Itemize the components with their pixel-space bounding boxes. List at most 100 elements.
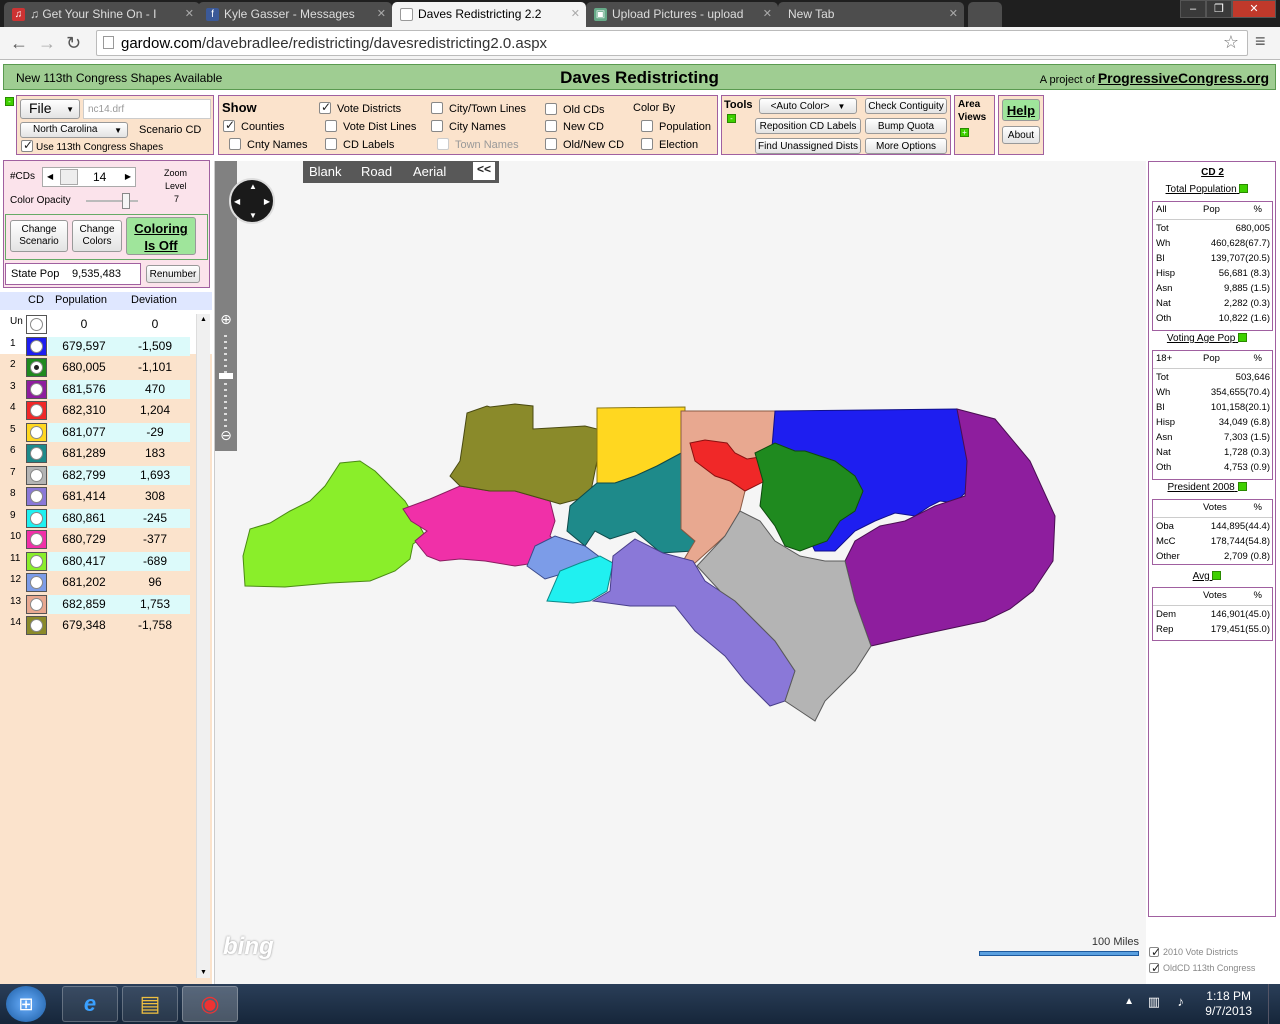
- cd-row[interactable]: 14 679,348 -1,758: [0, 616, 212, 637]
- cd-row[interactable]: 4 682,310 1,204: [0, 401, 212, 422]
- cd-row[interactable]: 7 682,799 1,693: [0, 465, 212, 487]
- cd-row[interactable]: 8 681,414 308: [0, 487, 212, 508]
- cd-row[interactable]: 1 679,597 -1,509: [0, 336, 212, 358]
- election-option[interactable]: Election: [641, 138, 698, 151]
- cd-color-swatch[interactable]: [26, 551, 47, 571]
- cd-row[interactable]: 5 681,077 -29: [0, 422, 212, 444]
- chevron-right-icon[interactable]: ▶: [125, 172, 131, 181]
- minimize-button[interactable]: –: [1180, 0, 1206, 18]
- cd-color-swatch[interactable]: [26, 336, 47, 356]
- checkbox[interactable]: [325, 120, 337, 132]
- town-names-option[interactable]: Town Names: [437, 138, 519, 151]
- chevron-left-icon[interactable]: ◀: [47, 172, 53, 181]
- maximize-button[interactable]: ❐: [1206, 0, 1232, 18]
- map-canvas[interactable]: ⊕ ⊖ ▲ ▼ ◀ ▶ Blank Road Aerial << bing 10…: [214, 161, 1146, 1024]
- cd-row[interactable]: 2 680,005 -1,101: [0, 358, 212, 379]
- help-button[interactable]: Help: [1002, 99, 1040, 121]
- cd-select-radio[interactable]: [30, 339, 43, 353]
- legend-oldcd[interactable]: OldCD 113th Congress: [1149, 961, 1255, 975]
- checkbox[interactable]: [545, 138, 557, 150]
- filename-input[interactable]: nc14.drf: [83, 99, 211, 119]
- cd-color-swatch[interactable]: [26, 573, 47, 592]
- old-new-cd-option[interactable]: Old/New CD: [545, 138, 624, 151]
- vote-dist-lines-option[interactable]: Vote Dist Lines: [325, 120, 416, 133]
- internet-explorer-icon[interactable]: e: [62, 986, 118, 1022]
- cd-select-radio[interactable]: [30, 576, 43, 589]
- cd-row[interactable]: 3 681,576 470: [0, 379, 212, 401]
- cd-color-swatch[interactable]: [26, 594, 47, 614]
- address-bar[interactable]: gardow.com/davebradlee/redistricting/dav…: [96, 30, 1248, 56]
- cnty-names-option[interactable]: Cnty Names: [229, 138, 308, 151]
- checkbox[interactable]: [641, 138, 653, 150]
- cd-color-swatch[interactable]: [26, 487, 47, 506]
- slider-thumb[interactable]: [122, 193, 130, 209]
- checkbox[interactable]: [325, 138, 337, 150]
- cd-color-swatch[interactable]: [26, 444, 47, 463]
- checkbox[interactable]: [431, 120, 443, 132]
- back-button[interactable]: ←: [10, 33, 28, 54]
- cd-select-radio[interactable]: [30, 318, 43, 331]
- toggle-icon[interactable]: [1238, 333, 1248, 342]
- tab-upload-pictures[interactable]: ▣ Upload Pictures - upload ✕: [586, 2, 778, 27]
- close-window-button[interactable]: ✕: [1232, 0, 1276, 18]
- district-11[interactable]: [242, 460, 426, 588]
- counties-option[interactable]: Counties: [223, 118, 284, 133]
- cd-select-radio[interactable]: [30, 382, 43, 396]
- speaker-icon[interactable]: ♪: [1178, 994, 1185, 1009]
- toggle-icon[interactable]: [1237, 482, 1247, 491]
- cd-select-radio[interactable]: [30, 447, 43, 460]
- cd-select-radio[interactable]: [30, 533, 43, 546]
- check-contiguity-button[interactable]: Check Contiguity: [865, 98, 947, 114]
- state-select[interactable]: North Carolina ▼: [20, 122, 128, 138]
- show-desktop-button[interactable]: [1268, 984, 1280, 1024]
- forward-button[interactable]: →: [38, 33, 56, 54]
- close-icon[interactable]: ✕: [571, 7, 580, 20]
- cd-row[interactable]: 11 680,417 -689: [0, 551, 212, 573]
- cd-select-radio[interactable]: [30, 490, 43, 503]
- start-button[interactable]: ⊞: [6, 986, 46, 1022]
- city-names-option[interactable]: City Names: [431, 120, 506, 133]
- close-icon[interactable]: ✕: [185, 7, 194, 20]
- city-town-lines-option[interactable]: City/Town Lines: [431, 102, 526, 115]
- find-unassigned-button[interactable]: Find Unassigned Dists: [755, 138, 861, 154]
- legend-vote-districts[interactable]: 2010 Vote Districts: [1149, 945, 1238, 959]
- cd-select-radio[interactable]: [30, 511, 43, 525]
- tab-music[interactable]: ♫ ♫ Get Your Shine On - I ✕: [4, 2, 200, 27]
- new-tab-button[interactable]: [968, 2, 1002, 27]
- reposition-cd-labels-button[interactable]: Reposition CD Labels: [755, 118, 861, 134]
- cd-select-radio[interactable]: [30, 404, 43, 417]
- cd-color-swatch[interactable]: [26, 422, 47, 442]
- num-cds-stepper[interactable]: ◀ 14 ▶: [42, 167, 136, 187]
- network-icon[interactable]: ▥: [1148, 994, 1160, 1010]
- tray-expand-icon[interactable]: ▲: [1124, 996, 1134, 1007]
- auto-color-select[interactable]: <Auto Color> ▼: [759, 98, 857, 114]
- cd-row[interactable]: 13 682,859 1,753: [0, 594, 212, 616]
- about-button[interactable]: About: [1002, 126, 1040, 144]
- collapse-toolbar-toggle[interactable]: -: [5, 97, 14, 106]
- cd-select-radio[interactable]: [30, 554, 43, 568]
- checkbox[interactable]: [545, 120, 557, 132]
- vote-districts-option[interactable]: Vote Districts: [319, 100, 401, 115]
- change-scenario-button[interactable]: Change Scenario: [10, 220, 68, 252]
- opacity-slider[interactable]: [86, 193, 138, 209]
- checkbox[interactable]: [431, 102, 443, 114]
- tools-toggle[interactable]: -: [727, 114, 736, 123]
- close-icon[interactable]: ✕: [763, 7, 772, 20]
- area-views-toggle[interactable]: +: [960, 128, 969, 137]
- slider-thumb[interactable]: [60, 169, 78, 185]
- reload-button[interactable]: ↻: [66, 33, 81, 54]
- progressive-congress-link[interactable]: ProgressiveCongress.org: [1098, 70, 1269, 86]
- scroll-down-icon[interactable]: ▼: [200, 969, 207, 976]
- file-menu-button[interactable]: File ▼: [20, 99, 80, 119]
- file-explorer-icon[interactable]: ▤: [122, 986, 178, 1022]
- change-colors-button[interactable]: Change Colors: [72, 220, 122, 252]
- checkbox[interactable]: [1149, 945, 1161, 959]
- checkbox[interactable]: [21, 138, 33, 152]
- toggle-icon[interactable]: [1239, 184, 1249, 193]
- old-cds-option[interactable]: Old CDs: [545, 103, 605, 116]
- cd-color-swatch[interactable]: [26, 465, 47, 485]
- use-113-checkbox[interactable]: Use 113th Congress Shapes: [21, 138, 163, 153]
- checkbox[interactable]: [641, 120, 653, 132]
- checkbox[interactable]: [229, 138, 241, 150]
- population-option[interactable]: Population: [641, 120, 711, 133]
